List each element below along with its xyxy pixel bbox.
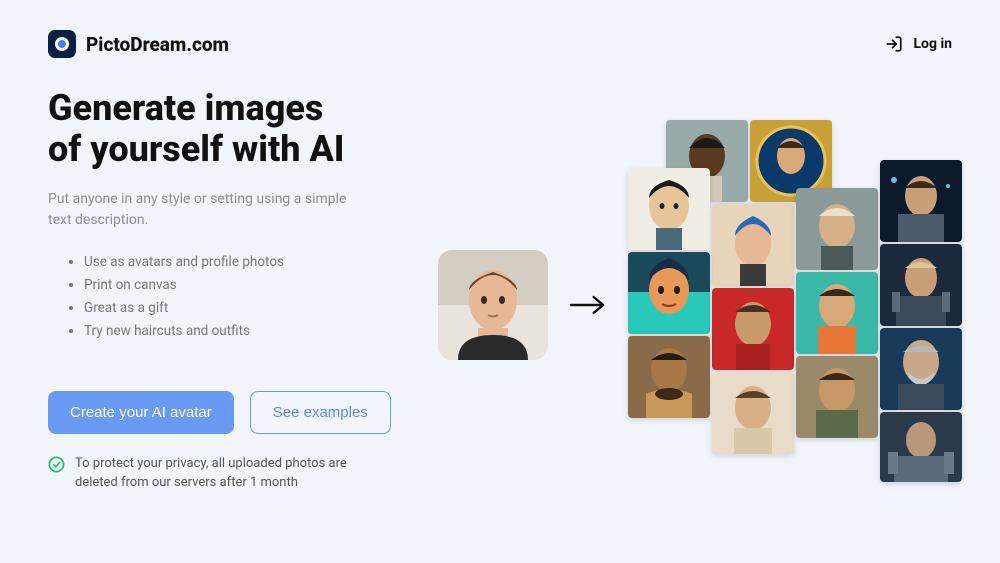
avatar-tile <box>880 244 962 326</box>
arrow-right-icon <box>568 290 608 320</box>
feature-list: Use as avatars and profile photos Print … <box>48 251 428 343</box>
avatar-tile <box>880 412 962 482</box>
avatar-collage <box>628 120 968 490</box>
avatar-tile <box>796 188 878 270</box>
shield-check-icon <box>48 456 65 473</box>
brand-logo[interactable]: PictoDream.com <box>48 30 229 58</box>
privacy-note: To protect your privacy, all uploaded ph… <box>48 454 388 493</box>
list-item: Great as a gift <box>84 297 428 320</box>
avatar-tile <box>880 328 962 410</box>
page-subtext: Put anyone in any style or setting using… <box>48 189 368 231</box>
camera-lens-icon <box>48 30 76 58</box>
avatar-tile <box>628 336 710 418</box>
avatar-tile <box>712 288 794 370</box>
login-icon <box>885 35 903 53</box>
avatar-tile <box>796 356 878 438</box>
login-button[interactable]: Log in <box>885 35 952 53</box>
list-item: Use as avatars and profile photos <box>84 251 428 274</box>
avatar-tile <box>628 252 710 334</box>
create-avatar-button[interactable]: Create your AI avatar <box>48 391 234 434</box>
source-photo <box>438 250 548 360</box>
see-examples-button[interactable]: See examples <box>250 391 391 434</box>
login-label: Log in <box>913 36 952 52</box>
avatar-tile <box>880 160 962 242</box>
avatar-tile <box>712 204 794 286</box>
avatar-tile <box>628 168 710 250</box>
avatar-tile <box>796 272 878 354</box>
page-headline: Generate images of yourself with AI <box>48 88 428 171</box>
list-item: Try new haircuts and outfits <box>84 320 428 343</box>
brand-name: PictoDream.com <box>86 33 229 56</box>
list-item: Print on canvas <box>84 274 428 297</box>
